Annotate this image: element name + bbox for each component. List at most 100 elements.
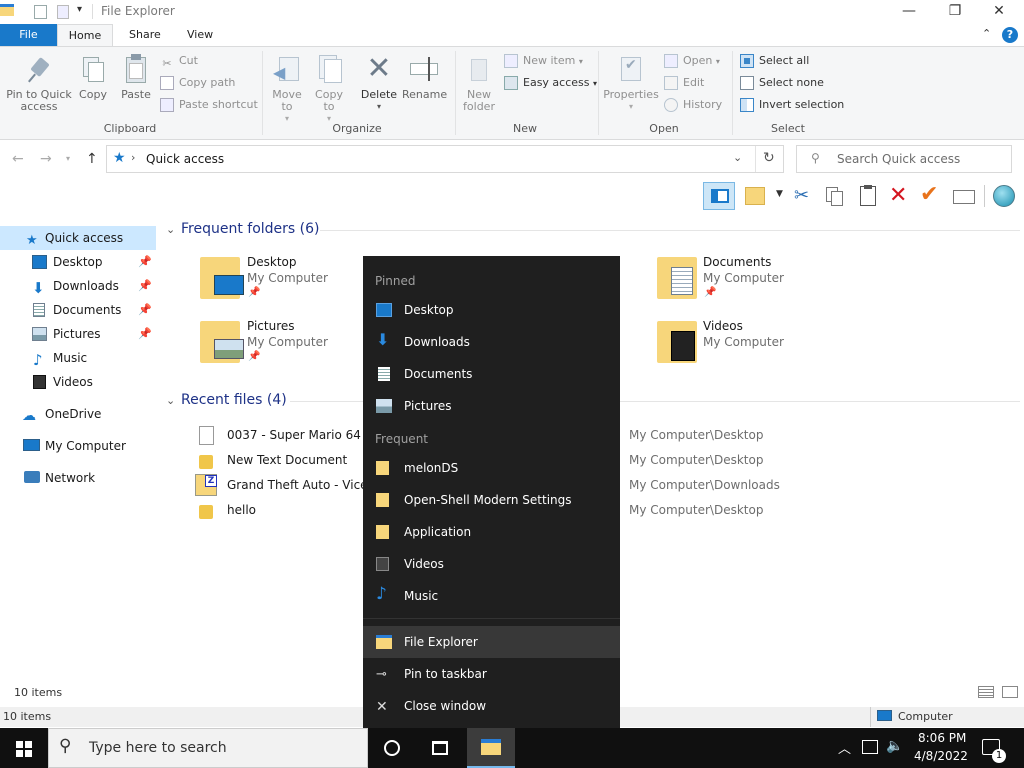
properties-toolbar-icon[interactable]: ✔	[920, 182, 938, 207]
jump-frequent-music[interactable]: ♪ Music	[363, 580, 620, 612]
new-folder-button[interactable]: New folder	[460, 53, 498, 113]
cut-button[interactable]: ✂ Cut	[160, 51, 198, 71]
cortana-icon[interactable]	[384, 740, 400, 756]
refresh-icon[interactable]: ↻	[763, 150, 775, 166]
folder-documents-icon	[657, 257, 697, 299]
jump-open-file-explorer[interactable]: File Explorer	[363, 626, 620, 658]
properties-button[interactable]: ✔ Properties ▾	[602, 53, 660, 113]
jump-pinned-pictures[interactable]: Pictures	[363, 390, 620, 422]
nav-videos[interactable]: Videos	[0, 370, 156, 394]
taskbar-search-input[interactable]: Type here to search	[89, 740, 227, 756]
views-dropdown-icon[interactable]: ▼	[776, 189, 783, 199]
forward-button[interactable]: →	[40, 151, 52, 167]
paste-toolbar-icon[interactable]	[860, 185, 876, 206]
tab-share[interactable]: Share	[116, 24, 174, 46]
jump-frequent-application[interactable]: Application	[363, 516, 620, 548]
minimize-button[interactable]: —	[886, 0, 932, 24]
back-button[interactable]: ←	[12, 151, 24, 167]
jump-pin-to-taskbar[interactable]: ⊸ Pin to taskbar	[363, 658, 620, 690]
frequent-folder-documents[interactable]: Documents My Computer 📌	[655, 253, 815, 309]
volume-icon[interactable]: 🔈	[886, 738, 903, 754]
new-item-button[interactable]: New item ▾	[504, 51, 583, 71]
cut-toolbar-icon[interactable]: ✂	[794, 185, 809, 206]
close-button[interactable]: ✕	[976, 0, 1022, 24]
jump-pinned-documents[interactable]: Documents	[363, 358, 620, 390]
rename-toolbar-icon[interactable]	[953, 190, 975, 204]
jump-pinned-desktop[interactable]: Desktop	[363, 294, 620, 326]
invert-selection-button[interactable]: Invert selection	[740, 95, 844, 115]
rename-button[interactable]: Rename	[402, 53, 447, 101]
tab-file[interactable]: File	[0, 24, 57, 46]
copy-to-button[interactable]: Copy to ▾	[310, 53, 348, 125]
tab-home[interactable]: Home	[57, 24, 113, 46]
delete-button[interactable]: ✕ Delete ▾	[358, 53, 400, 113]
jump-frequent-melonds[interactable]: melonDS	[363, 452, 620, 484]
maximize-button[interactable]: ❐	[932, 0, 978, 24]
delete-toolbar-icon[interactable]: ✕	[889, 183, 907, 208]
large-icons-view-icon[interactable]	[1002, 686, 1018, 698]
taskbar-search-box[interactable]: ⚲ Type here to search	[48, 728, 368, 768]
jump-frequent-open-shell[interactable]: Open-Shell Modern Settings	[363, 484, 620, 516]
customize-quick-access-icon[interactable]: ▾	[77, 4, 82, 15]
frequent-folders-header[interactable]: Frequent folders (6)	[181, 221, 320, 237]
task-view-icon[interactable]	[432, 741, 448, 755]
copy-toolbar-icon[interactable]	[826, 187, 844, 207]
file-explorer-taskbar-button[interactable]	[467, 728, 515, 768]
jump-pinned-downloads[interactable]: ⬇ Downloads	[363, 326, 620, 358]
folder-name: Videos	[703, 319, 743, 333]
open-button[interactable]: Open ▾	[664, 51, 720, 71]
frequent-folder-videos[interactable]: Videos My Computer	[655, 317, 815, 373]
tab-view[interactable]: View	[174, 24, 226, 46]
nav-quick-access[interactable]: ★ Quick access	[0, 226, 156, 250]
address-bar[interactable]: ★ › Quick access ⌄ ↻	[106, 145, 784, 173]
clock-time[interactable]: 8:06 PM	[918, 731, 966, 745]
recent-locations-icon[interactable]: ▾	[66, 154, 70, 163]
frequent-collapse-icon[interactable]: ⌄	[166, 223, 175, 236]
paste-button[interactable]: Paste	[118, 53, 154, 101]
network-tray-icon[interactable]	[862, 740, 878, 754]
nav-music[interactable]: ♪ Music	[0, 346, 156, 370]
file-path: My Computer\Downloads	[629, 478, 780, 492]
frequent-folder-pictures[interactable]: Pictures My Computer 📌	[198, 317, 358, 373]
search-box[interactable]: ⚲ Search Quick access	[796, 145, 1012, 173]
nav-onedrive[interactable]: ☁ OneDrive	[0, 402, 156, 426]
frequent-folder-desktop[interactable]: Desktop My Computer 📌	[198, 253, 358, 309]
easy-access-button[interactable]: Easy access ▾	[504, 73, 597, 93]
globe-icon[interactable]	[993, 185, 1015, 207]
nav-downloads[interactable]: ⬇ Downloads 📌	[0, 274, 156, 298]
collapse-ribbon-icon[interactable]: ⌃	[982, 27, 991, 40]
help-icon[interactable]: ?	[1002, 27, 1018, 43]
nav-pictures[interactable]: Pictures 📌	[0, 322, 156, 346]
jump-close-window[interactable]: ✕ Close window	[363, 690, 620, 722]
edit-button[interactable]: Edit	[664, 73, 704, 93]
nav-desktop-label: Desktop	[53, 255, 103, 269]
preview-pane-icon[interactable]	[703, 182, 735, 210]
recent-files-header[interactable]: Recent files (4)	[181, 392, 287, 408]
views-icon[interactable]	[745, 187, 765, 205]
show-hidden-icons[interactable]: ︿	[838, 738, 851, 757]
history-button[interactable]: History	[664, 95, 722, 115]
paste-shortcut-button[interactable]: Paste shortcut	[160, 95, 258, 115]
properties-quick-icon[interactable]	[34, 5, 47, 19]
nav-my-computer[interactable]: My Computer	[0, 434, 156, 458]
address-path[interactable]: Quick access	[146, 152, 224, 166]
address-dropdown-icon[interactable]: ⌄	[733, 151, 742, 164]
details-view-icon[interactable]	[978, 686, 994, 698]
copy-button[interactable]: Copy	[76, 53, 110, 101]
windows-start-icon[interactable]	[16, 741, 32, 757]
pin-to-quick-access-button[interactable]: Pin to Quick access	[4, 53, 74, 113]
nav-network[interactable]: Network	[0, 466, 156, 490]
new-folder-quick-icon[interactable]	[57, 5, 69, 19]
nav-documents[interactable]: Documents 📌	[0, 298, 156, 322]
select-all-button[interactable]: Select all	[740, 51, 809, 71]
file-explorer-icon	[376, 635, 392, 649]
clock-date[interactable]: 4/8/2022	[914, 749, 968, 763]
select-none-button[interactable]: Select none	[740, 73, 824, 93]
jump-frequent-videos[interactable]: Videos	[363, 548, 620, 580]
recent-collapse-icon[interactable]: ⌄	[166, 394, 175, 407]
search-input[interactable]: Search Quick access	[837, 152, 960, 166]
up-button[interactable]: ↑	[86, 151, 98, 167]
move-to-button[interactable]: ◀ Move to ▾	[268, 53, 306, 125]
nav-desktop[interactable]: Desktop 📌	[0, 250, 156, 274]
copy-path-button[interactable]: Copy path	[160, 73, 235, 93]
